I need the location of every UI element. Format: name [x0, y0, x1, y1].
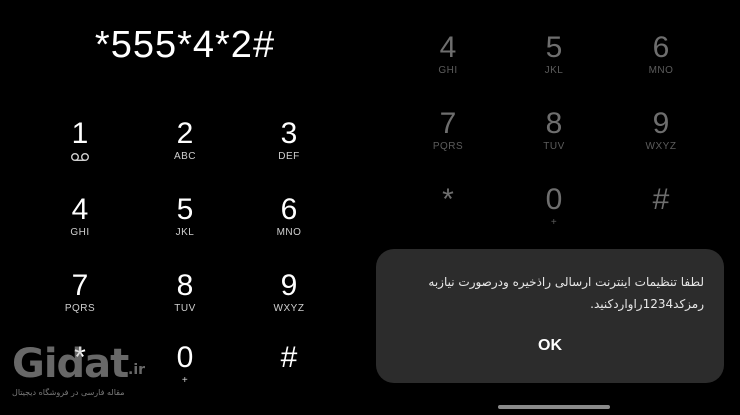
ussd-result-screen: 4 GHI 5 JKL 6 MNO 7 PQRS 8 TUV 9 WXYZ * …	[370, 0, 740, 415]
key-star: *	[403, 184, 493, 216]
key-letters: PQRS	[64, 303, 96, 314]
key-6[interactable]: 6 MNO	[244, 194, 334, 239]
key-digit: #	[280, 341, 298, 374]
key-letters: GHI	[70, 227, 90, 238]
key-letters: MNO	[648, 65, 674, 76]
dialed-number-display: *555*4*2#	[94, 24, 276, 66]
key-hash[interactable]: #	[244, 342, 334, 374]
key-digit: 4	[439, 31, 457, 64]
key-letters: +	[550, 217, 558, 228]
key-digit: 9	[652, 107, 670, 140]
alert-message: لطفا تنظیمات اینترنت ارسالی راذخیره ودرص…	[428, 275, 704, 311]
key-digit: 0	[545, 183, 563, 216]
watermark-tagline: مقاله فارسی در فروشگاه دیجیتال	[12, 388, 125, 397]
key-8[interactable]: 8 TUV	[140, 270, 230, 315]
key-4[interactable]: 4 GHI	[35, 194, 125, 239]
key-9[interactable]: 9 WXYZ	[244, 270, 334, 315]
key-3[interactable]: 3 DEF	[244, 118, 334, 163]
key-letters: PQRS	[432, 141, 464, 152]
key-digit: 2	[176, 117, 194, 150]
key-2[interactable]: 2 ABC	[140, 118, 230, 163]
key-letters: WXYZ	[645, 141, 677, 152]
key-digit: 5	[545, 31, 563, 64]
key-letters: DEF	[278, 151, 300, 162]
voicemail-icon	[71, 153, 89, 162]
key-digit: 6	[652, 31, 670, 64]
key-7: 7 PQRS	[403, 108, 493, 153]
key-9: 9 WXYZ	[616, 108, 706, 153]
key-digit: 6	[280, 193, 298, 226]
key-letters: GHI	[438, 65, 458, 76]
key-letters: JKL	[175, 227, 195, 238]
key-5: 5 JKL	[509, 32, 599, 77]
dialer-screen: *555*4*2# 1 2 ABC 3 DEF 4 GHI 5 JKL 6 MN…	[0, 0, 370, 415]
key-digit: 7	[71, 269, 89, 302]
key-digit: 9	[280, 269, 298, 302]
watermark-logo: Gidat	[12, 341, 129, 387]
ussd-alert-dialog: لطفا تنظیمات اینترنت ارسالی راذخیره ودرص…	[376, 249, 724, 383]
key-letters: WXYZ	[273, 303, 305, 314]
key-digit: 8	[545, 107, 563, 140]
key-4: 4 GHI	[403, 32, 493, 77]
key-digit: 3	[280, 117, 298, 150]
key-5[interactable]: 5 JKL	[140, 194, 230, 239]
key-1[interactable]: 1	[35, 118, 125, 163]
key-7[interactable]: 7 PQRS	[35, 270, 125, 315]
key-digit: #	[652, 183, 670, 216]
key-8: 8 TUV	[509, 108, 599, 153]
home-indicator[interactable]	[498, 405, 610, 409]
key-hash: #	[616, 184, 706, 216]
key-digit: 7	[439, 107, 457, 140]
key-letters: TUV	[543, 141, 565, 152]
key-digit: 8	[176, 269, 194, 302]
key-letters: MNO	[276, 227, 302, 238]
key-digit: 1	[71, 117, 89, 150]
key-letters: JKL	[544, 65, 564, 76]
watermark-domain: .ir	[128, 362, 146, 378]
key-digit: *	[442, 183, 454, 216]
key-0: 0 +	[509, 184, 599, 229]
watermark: Gidat .ir مقاله فارسی در فروشگاه دیجیتال	[8, 342, 168, 408]
key-letters: TUV	[174, 303, 196, 314]
key-6: 6 MNO	[616, 32, 706, 77]
ok-button[interactable]: OK	[376, 337, 724, 355]
key-digit: 4	[71, 193, 89, 226]
key-digit: 5	[176, 193, 194, 226]
key-letters: ABC	[173, 151, 197, 162]
